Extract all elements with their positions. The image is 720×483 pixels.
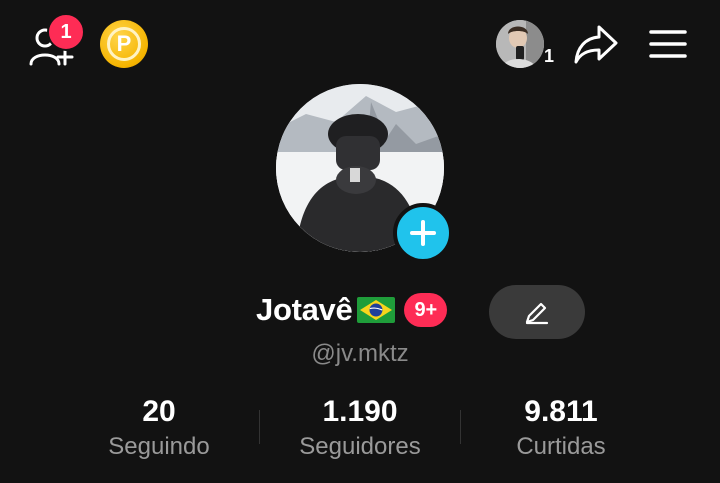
- coin-icon: P: [107, 27, 141, 61]
- stats-divider: [460, 410, 461, 444]
- username: @jv.mktz: [311, 340, 409, 367]
- hamburger-menu-icon: [649, 30, 687, 58]
- profile-name-row: Jotavê 9+: [256, 288, 448, 332]
- plus-icon: [410, 220, 436, 246]
- stat-value: 9.811: [524, 395, 598, 428]
- stat-following[interactable]: 20 Seguindo: [59, 392, 259, 462]
- add-story-button[interactable]: [393, 203, 453, 263]
- brazil-flag-icon: [357, 297, 396, 323]
- notification-pill[interactable]: 9+: [404, 293, 448, 327]
- share-button[interactable]: [572, 22, 620, 66]
- pencil-icon: [525, 302, 549, 325]
- profile-stats: 20 Seguindo 1.190 Seguidores 9.811 Curti…: [0, 392, 720, 472]
- stat-followers[interactable]: 1.190 Seguidores: [260, 392, 460, 462]
- stat-likes[interactable]: 9.811 Curtidas: [461, 392, 661, 462]
- share-arrow-icon: [574, 25, 618, 64]
- stat-value: 1.190: [322, 395, 398, 428]
- coin-letter: P: [116, 31, 132, 56]
- display-name: Jotavê: [256, 292, 353, 327]
- coin-button[interactable]: P: [100, 20, 148, 68]
- avatar-photo-icon: [496, 20, 544, 68]
- edit-profile-button[interactable]: [489, 285, 585, 339]
- account-count: 1: [544, 46, 555, 66]
- menu-button[interactable]: [646, 24, 690, 64]
- stat-value: 20: [142, 395, 176, 428]
- stat-label: Seguindo: [108, 433, 210, 460]
- stats-divider: [259, 410, 260, 444]
- account-switch-avatar[interactable]: [496, 20, 544, 68]
- friends-notification-badge: 1: [47, 13, 85, 51]
- stat-label: Seguidores: [299, 433, 421, 460]
- stat-label: Curtidas: [516, 433, 606, 460]
